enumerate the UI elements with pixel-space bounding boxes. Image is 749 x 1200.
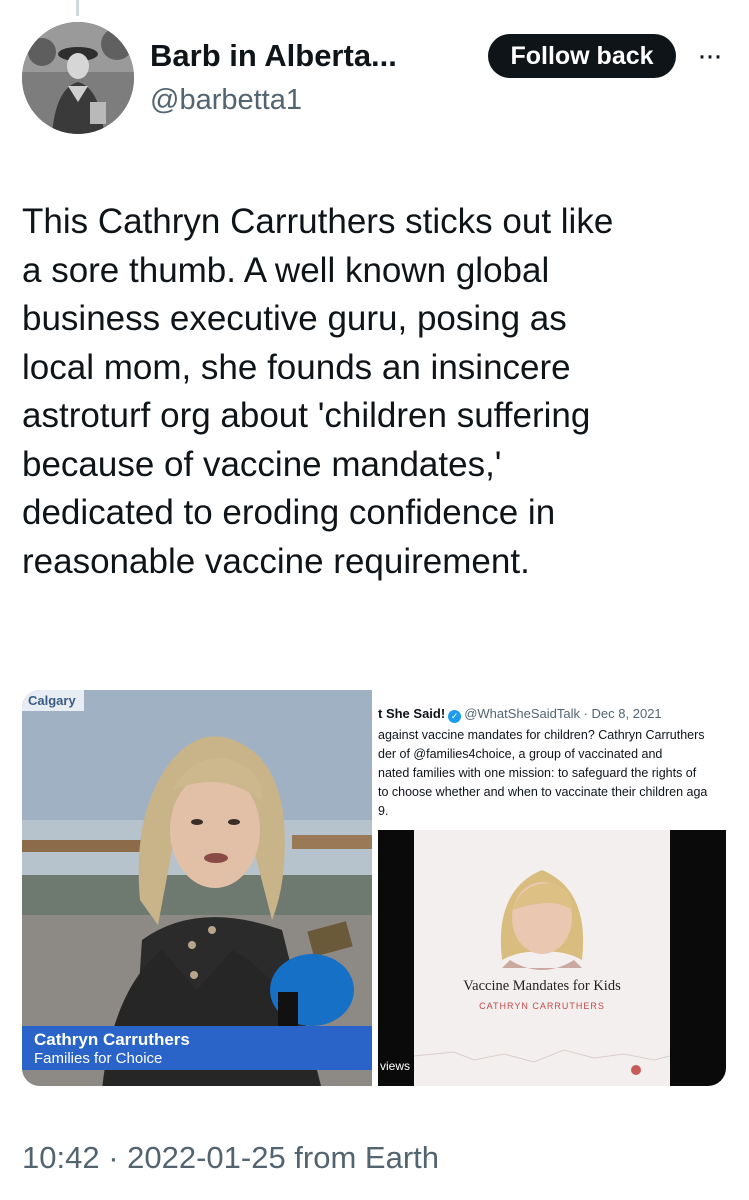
views-label: views [380, 1059, 411, 1073]
media-image-news-still[interactable]: Calgary Cathryn Carruthers Families for … [22, 690, 372, 1086]
embedded-author-name: t She Said! [378, 706, 446, 721]
follow-back-button[interactable]: Follow back [488, 34, 676, 78]
embedded-text-line: to choose whether and when to vaccinate … [378, 785, 708, 799]
embedded-text-line: against vaccine mandates for children? C… [378, 728, 705, 742]
podcast-subtitle: CATHRYN CARRUTHERS [479, 1001, 605, 1011]
author-handle[interactable]: @barbetta1 [150, 84, 302, 117]
tweet-media[interactable]: Calgary Cathryn Carruthers Families for … [22, 690, 726, 1086]
embedded-tweet-header: t She Said! ✓ @WhatSheSaidTalk · Dec 8, 20… [378, 706, 662, 723]
embedded-text-line: nated families with one mission: to safe… [378, 766, 697, 780]
tweet-timestamp[interactable]: 10:42 · 2022-01-25 from Earth [22, 1140, 439, 1176]
embedded-text-line: 9. [378, 804, 389, 818]
podcast-title: Vaccine Mandates for Kids [463, 978, 621, 994]
lower-third-name: Cathryn Carruthers [34, 1030, 190, 1049]
author-display-name[interactable]: Barb in Alberta... [150, 38, 397, 74]
podcast-cover-art [414, 830, 670, 1086]
tweet-text: This Cathryn Carruthers sticks out like … [22, 202, 614, 581]
lower-third-org: Families for Choice [34, 1050, 163, 1067]
video-thumbnail[interactable]: Vaccine Mandates for Kids CATHRYN CARRUT… [378, 830, 726, 1086]
podcast-cover: Vaccine Mandates for Kids CATHRYN CARRUT… [414, 830, 670, 1086]
avatar[interactable] [22, 22, 134, 134]
more-options-icon[interactable]: ··· [694, 38, 724, 74]
verified-badge-icon: ✓ [448, 710, 462, 723]
embedded-text-line: der of @families4choice, a group of vacc… [378, 747, 663, 761]
media-image-embedded-tweet[interactable]: t She Said! ✓ @WhatSheSaidTalk · Dec 8, 20… [378, 690, 726, 1086]
embedded-handle-date: @WhatSheSaidTalk · Dec 8, 2021 [464, 706, 662, 721]
news-lower-third: Cathryn Carruthers Families for Choice [22, 1026, 372, 1070]
thread-connector-line [76, 0, 79, 16]
avatar-photo [22, 22, 134, 134]
location-tag: Calgary [22, 690, 84, 711]
